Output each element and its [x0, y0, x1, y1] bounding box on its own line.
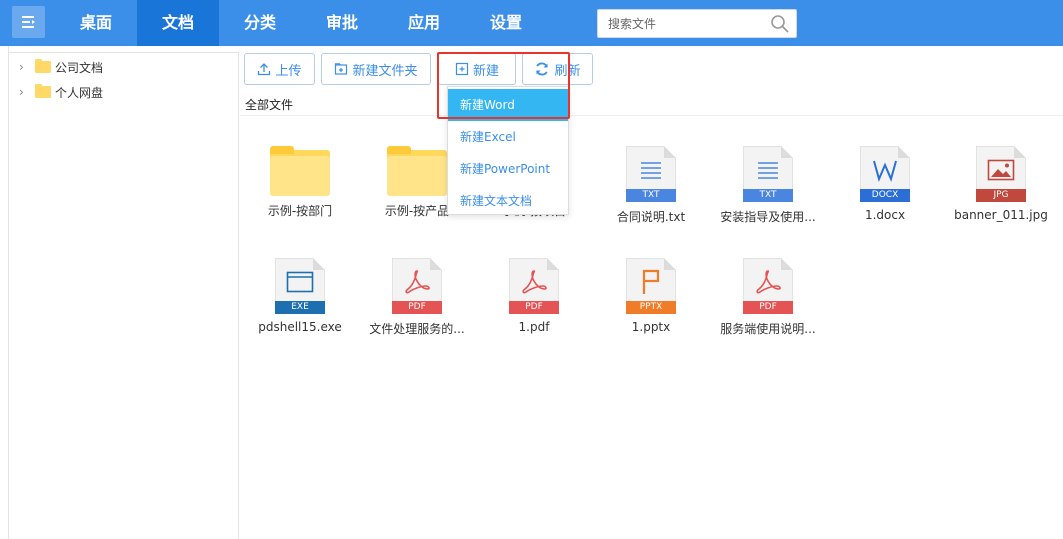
folder-icon — [35, 84, 51, 98]
new-folder-button[interactable]: 新建文件夹 — [321, 53, 431, 85]
nav-desktop[interactable]: 桌面 — [55, 0, 137, 46]
folder-icon — [387, 146, 447, 196]
new-file-label: 新建 — [472, 63, 499, 79]
tree-item-company-docs[interactable]: › 公司文档 — [19, 58, 103, 76]
tree-item-label: 个人网盘 — [55, 85, 104, 100]
refresh-label: 刷新 — [554, 63, 581, 79]
chevron-right-icon[interactable]: › — [19, 60, 31, 74]
file-name: banner_011.jpg — [954, 208, 1048, 222]
pdf-file-icon: PDF — [743, 258, 793, 314]
file-name: 服务端使用说明... — [720, 322, 816, 336]
upload-label: 上传 — [275, 63, 302, 79]
file-item[interactable]: PPTX 1.pptx — [596, 258, 706, 334]
file-name: 1.docx — [864, 208, 906, 222]
pdf-file-icon: PDF — [392, 258, 442, 314]
file-item[interactable]: PDF 1.pdf — [479, 258, 589, 334]
search-input[interactable] — [608, 10, 768, 37]
new-folder-label: 新建文件夹 — [352, 63, 418, 79]
nav-apps[interactable]: 应用 — [383, 0, 465, 46]
menu-toggle-button[interactable] — [12, 6, 45, 38]
file-item[interactable]: DOCX 1.docx — [830, 146, 940, 222]
top-nav-bar: 桌面 文档 分类 审批 应用 设置 — [0, 0, 1063, 46]
new-file-dropdown: 新建Word 新建Excel 新建PowerPoint 新建文本文档 — [447, 86, 569, 215]
new-file-button[interactable]: 新建 — [438, 53, 516, 85]
file-item[interactable]: 示例-按部门 — [245, 146, 355, 219]
pptx-file-icon: PPTX — [626, 258, 676, 314]
new-folder-icon — [335, 63, 348, 75]
txt-file-icon: TXT — [626, 146, 676, 202]
folder-icon — [35, 59, 51, 73]
search-box — [597, 9, 797, 38]
file-item[interactable]: PDF 文件处理服务的... — [362, 258, 472, 337]
file-item[interactable]: JPG banner_011.jpg — [946, 146, 1056, 222]
docx-file-icon: DOCX — [860, 146, 910, 202]
nav-approval[interactable]: 审批 — [301, 0, 383, 46]
file-item[interactable]: TXT 安装指导及使用... — [713, 146, 823, 225]
nav-documents[interactable]: 文档 — [137, 0, 219, 46]
menu-item-new-text[interactable]: 新建文本文档 — [448, 185, 568, 217]
file-name: 合同说明.txt — [616, 210, 686, 224]
menu-item-new-powerpoint[interactable]: 新建PowerPoint — [448, 153, 568, 185]
folder-icon — [270, 146, 330, 196]
file-name: 1.pdf — [518, 320, 550, 334]
menu-item-new-excel[interactable]: 新建Excel — [448, 121, 568, 153]
refresh-button[interactable]: 刷新 — [522, 53, 593, 85]
file-name: pdshell15.exe — [258, 320, 342, 334]
new-file-icon — [455, 62, 469, 76]
pdf-file-icon: PDF — [509, 258, 559, 314]
exe-file-icon: EXE — [275, 258, 325, 314]
txt-file-icon: TXT — [743, 146, 793, 202]
refresh-icon — [536, 62, 549, 76]
nav-categories[interactable]: 分类 — [219, 0, 301, 46]
tree-item-personal-drive[interactable]: › 个人网盘 — [19, 83, 103, 101]
chevron-right-icon[interactable]: › — [19, 85, 31, 99]
jpg-file-icon: JPG — [976, 146, 1026, 202]
nav-settings[interactable]: 设置 — [465, 0, 547, 46]
tree-item-label: 公司文档 — [55, 60, 104, 75]
file-name: 示例-按部门 — [267, 204, 333, 218]
file-name: 文件处理服务的... — [369, 322, 465, 336]
file-item[interactable]: PDF 服务端使用说明... — [713, 258, 823, 337]
file-name: 安装指导及使用... — [720, 210, 816, 224]
file-item[interactable]: TXT 合同说明.txt — [596, 146, 706, 225]
breadcrumb[interactable]: 全部文件 — [245, 96, 293, 113]
folder-tree: › 公司文档 › 个人网盘 — [8, 52, 239, 539]
search-icon[interactable] — [770, 14, 790, 34]
upload-icon — [258, 63, 271, 76]
menu-item-new-word[interactable]: 新建Word — [448, 89, 568, 121]
content-divider — [240, 115, 1063, 116]
menu-icon — [21, 16, 35, 28]
file-name: 1.pptx — [631, 320, 671, 334]
upload-button[interactable]: 上传 — [244, 53, 315, 85]
file-item[interactable]: EXE pdshell15.exe — [245, 258, 355, 334]
